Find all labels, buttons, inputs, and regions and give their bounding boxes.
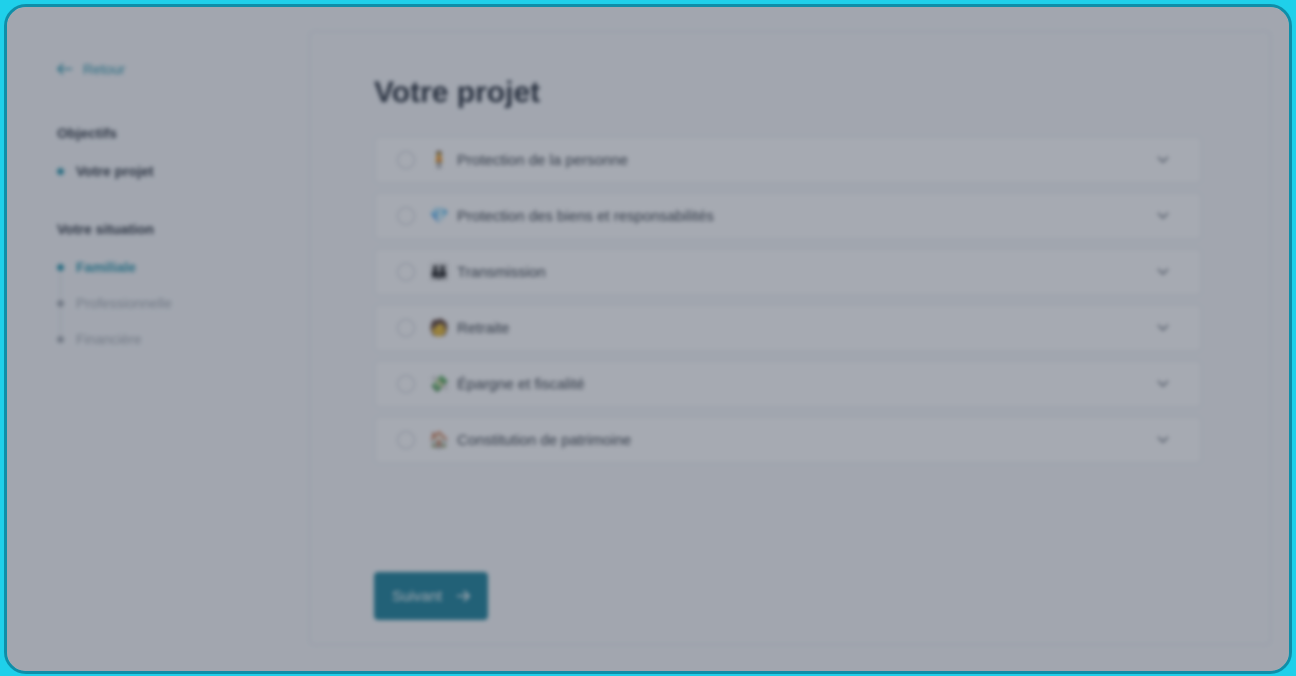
option-checkbox[interactable] xyxy=(397,375,415,393)
nav-item-label: Financière xyxy=(76,331,142,347)
chevron-down-icon[interactable] xyxy=(1153,150,1173,170)
option-row-transmission[interactable]: 👪 Transmission xyxy=(374,248,1202,296)
window-frame: Retour Objectifs Votre projet Votre situ… xyxy=(4,4,1292,674)
arrow-left-icon xyxy=(57,63,72,75)
option-checkbox[interactable] xyxy=(397,431,415,449)
back-label: Retour xyxy=(83,61,126,77)
section-title-votre-situation: Votre situation xyxy=(57,221,154,237)
option-row-protection-personne[interactable]: 🧍 Protection de la personne xyxy=(374,136,1202,184)
chevron-down-icon[interactable] xyxy=(1153,374,1173,394)
page-title: Votre projet xyxy=(374,76,541,109)
nav-item-label: Votre projet xyxy=(76,163,154,179)
nav-dot xyxy=(57,263,64,271)
nav-dot xyxy=(57,335,64,343)
next-button[interactable]: Suivant xyxy=(374,572,488,620)
family-icon: 👪 xyxy=(429,264,449,281)
app: Retour Objectifs Votre projet Votre situ… xyxy=(7,7,1289,671)
house-icon: 🏠 xyxy=(429,432,449,449)
chevron-down-icon[interactable] xyxy=(1153,430,1173,450)
chevron-down-icon[interactable] xyxy=(1153,262,1173,282)
nav-item-familiale[interactable]: Familiale xyxy=(57,259,136,275)
money-icon: 💸 xyxy=(429,376,449,393)
sidebar: Retour Objectifs Votre projet Votre situ… xyxy=(7,7,307,671)
elder-icon: 🧑 xyxy=(429,320,449,337)
option-label: Retraite xyxy=(457,319,510,337)
back-link[interactable]: Retour xyxy=(57,61,125,77)
person-icon: 🧍 xyxy=(429,152,449,169)
option-checkbox[interactable] xyxy=(397,263,415,281)
project-options-list: 🧍 Protection de la personne 💎 Protection… xyxy=(374,136,1202,472)
option-row-patrimoine[interactable]: 🏠 Constitution de patrimoine xyxy=(374,416,1202,464)
main-card: Votre projet 🧍 Protection de la personne… xyxy=(309,31,1271,645)
option-checkbox[interactable] xyxy=(397,207,415,225)
section-title-objectifs: Objectifs xyxy=(57,125,117,141)
nav-dot xyxy=(57,299,64,307)
option-row-epargne[interactable]: 💸 Épargne et fiscalité xyxy=(374,360,1202,408)
nav-item-label: Professionnelle xyxy=(76,295,172,311)
option-label: Protection de la personne xyxy=(457,151,628,169)
option-label: Constitution de patrimoine xyxy=(457,431,632,449)
option-label: Épargne et fiscalité xyxy=(457,375,585,393)
chevron-down-icon[interactable] xyxy=(1153,206,1173,226)
nav-item-votre-projet[interactable]: Votre projet xyxy=(57,163,154,179)
nav-dot xyxy=(57,167,64,175)
nav-item-label: Familiale xyxy=(76,259,136,275)
option-row-protection-biens[interactable]: 💎 Protection des biens et responsabilité… xyxy=(374,192,1202,240)
option-checkbox[interactable] xyxy=(397,319,415,337)
gem-icon: 💎 xyxy=(429,208,449,225)
nav-item-professionnelle[interactable]: Professionnelle xyxy=(57,295,172,311)
option-label: Protection des biens et responsabilités xyxy=(457,207,714,225)
option-label: Transmission xyxy=(457,263,546,281)
option-row-retraite[interactable]: 🧑 Retraite xyxy=(374,304,1202,352)
chevron-down-icon[interactable] xyxy=(1153,318,1173,338)
next-button-label: Suivant xyxy=(391,587,443,605)
nav-item-financiere[interactable]: Financière xyxy=(57,331,141,347)
option-checkbox[interactable] xyxy=(397,151,415,169)
arrow-right-icon xyxy=(457,590,471,602)
